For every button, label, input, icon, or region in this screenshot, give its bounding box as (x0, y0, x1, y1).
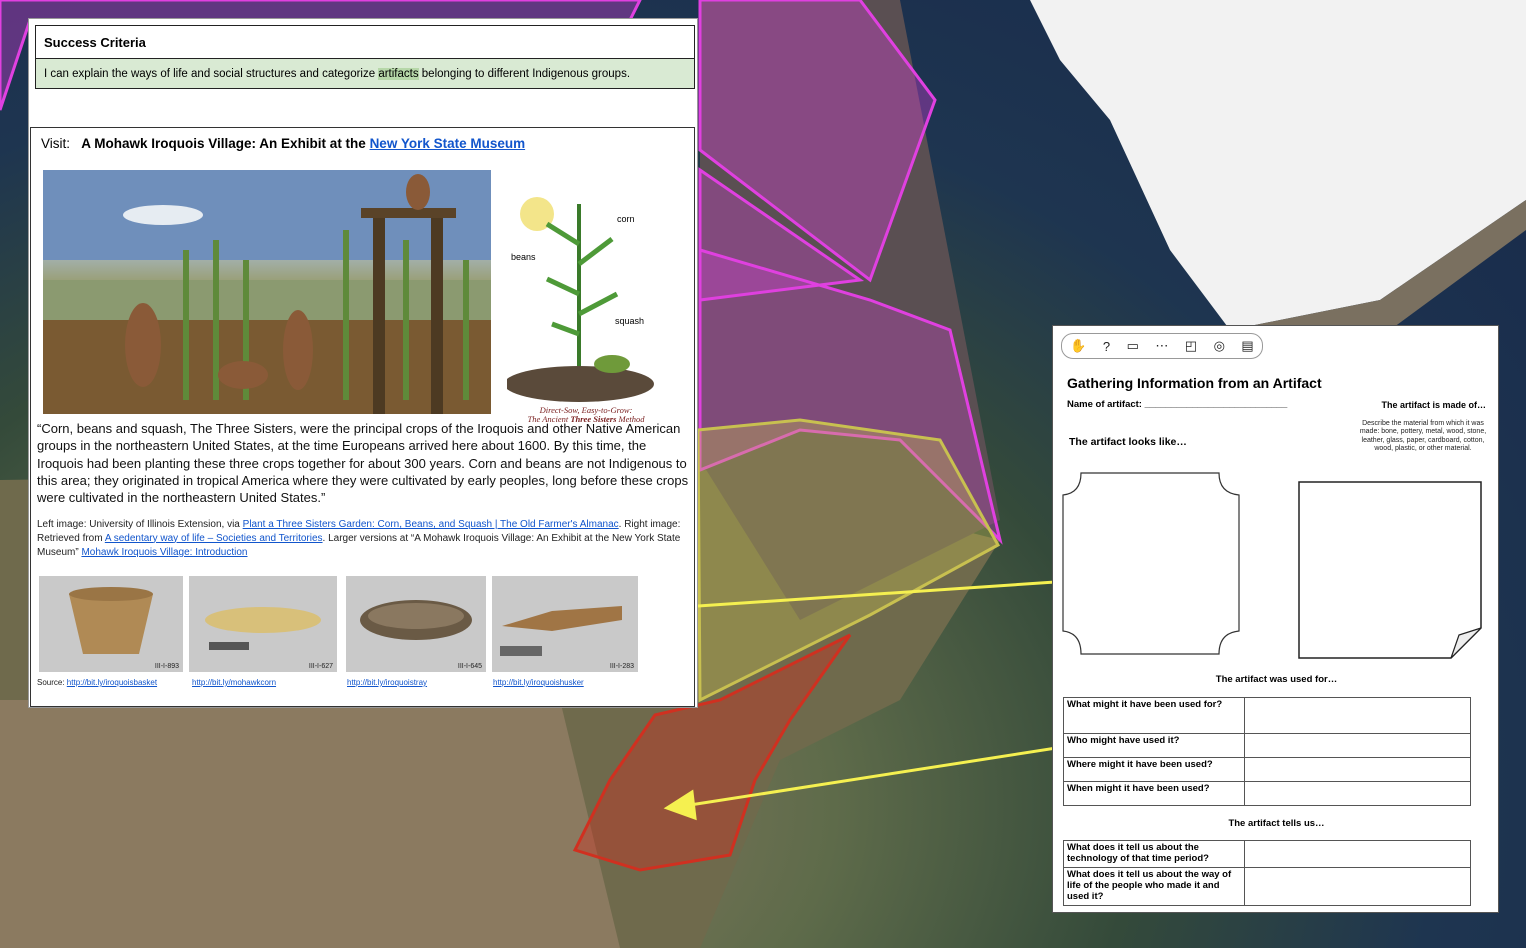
artifact-name-field[interactable]: Name of artifact: ______________________… (1067, 399, 1287, 410)
target-icon[interactable]: ◎ (1214, 338, 1225, 354)
husker-link[interactable]: http://bit.ly/iroquoishusker (493, 678, 584, 687)
land-southwest (0, 700, 620, 948)
artifact-husker-photo: III-I-283 (492, 576, 638, 672)
table-row: What might it have been used for? (1063, 697, 1471, 734)
museum-link[interactable]: New York State Museum (370, 136, 526, 151)
worksheet-title: Gathering Information from an Artifact (1067, 375, 1322, 391)
success-criteria-heading: Success Criteria (36, 26, 694, 59)
table-row: Where might it have been used? (1063, 757, 1471, 782)
question-cell: What might it have been used for? (1063, 697, 1245, 734)
artifact-source-1: Source: http://bit.ly/iroquoisbasket (37, 678, 157, 687)
question-cell: What does it tell us about the way of li… (1063, 866, 1245, 906)
answer-cell[interactable] (1244, 781, 1471, 806)
cards-icon[interactable]: ▭ (1127, 338, 1139, 354)
sedentary-life-link[interactable]: A sedentary way of life – Societies and … (105, 533, 323, 544)
artifact-tag: III-I-283 (609, 663, 634, 670)
answer-cell[interactable] (1244, 733, 1471, 758)
corn-link[interactable]: http://bit.ly/mohawkcorn (192, 678, 276, 687)
made-of-description: Describe the material from which it was … (1359, 420, 1487, 453)
question-cell: What does it tell us about the technolog… (1063, 840, 1245, 868)
artifact-source-2: http://bit.ly/mohawkcorn (192, 678, 276, 687)
visit-prefix: Visit: (41, 136, 71, 151)
table-row: When might it have been used? (1063, 781, 1471, 806)
question-icon[interactable]: ? (1103, 339, 1110, 354)
answer-cell[interactable] (1244, 840, 1471, 868)
question-cell: Who might have used it? (1063, 733, 1245, 758)
corn-label: corn (617, 214, 635, 224)
success-criteria-box: Success Criteria I can explain the ways … (35, 25, 695, 89)
answer-cell[interactable] (1244, 866, 1471, 906)
criteria-text-end: belonging to different Indigenous groups… (418, 68, 631, 80)
criteria-text-start: I can explain the ways of life and socia… (44, 68, 379, 80)
table-row: What does it tell us about the technolog… (1063, 840, 1471, 868)
tray-icon (360, 600, 472, 640)
used-for-table: What might it have been used for? Who mi… (1063, 697, 1471, 806)
artifact-source-3: http://bit.ly/iroquoistray (347, 678, 427, 687)
path-icon[interactable]: ⋯ (1155, 338, 1168, 354)
visit-line: Visit: A Mohawk Iroquois Village: An Exh… (41, 136, 525, 151)
book-icon[interactable]: ▤ (1241, 338, 1253, 354)
table-row: What does it tell us about the way of li… (1063, 866, 1471, 906)
table-row: Who might have used it? (1063, 733, 1471, 758)
village-diorama-photo (43, 170, 491, 414)
tells-us-heading: The artifact tells us… (1228, 818, 1325, 829)
source-prefix: Source: (37, 678, 67, 687)
chat-icon[interactable]: ◰ (1185, 338, 1197, 354)
visit-box: Visit: A Mohawk Iroquois Village: An Exh… (30, 127, 695, 707)
basket-icon (69, 587, 153, 654)
looks-like-box[interactable] (1061, 471, 1241, 657)
artifact-worksheet: ✋ ? ▭ ⋯ ◰ ◎ ▤ Gathering Information from… (1052, 325, 1499, 913)
farmers-almanac-link[interactable]: Plant a Three Sisters Garden: Corn, Bean… (243, 519, 619, 530)
worksheet-toolbar: ✋ ? ▭ ⋯ ◰ ◎ ▤ (1061, 333, 1263, 359)
tray-link[interactable]: http://bit.ly/iroquoistray (347, 678, 427, 687)
three-sisters-quote: “Corn, beans and squash, The Three Siste… (37, 421, 689, 506)
answer-cell[interactable] (1244, 757, 1471, 782)
made-of-heading: The artifact is made of… (1381, 400, 1486, 410)
artifact-basket-photo: III-I-893 (39, 576, 183, 672)
visit-title: A Mohawk Iroquois Village: An Exhibit at… (81, 136, 370, 151)
credit-text-1: Left image: University of Illinois Exten… (37, 519, 243, 530)
made-of-box[interactable] (1297, 480, 1487, 662)
used-for-heading: The artifact was used for… (1215, 674, 1338, 685)
diorama-illustration (43, 170, 491, 414)
artifact-tag: III-I-893 (154, 663, 179, 670)
husker-icon (500, 606, 622, 656)
corn-cob-icon (205, 607, 321, 650)
squash-label: squash (615, 316, 644, 326)
artifact-source-4: http://bit.ly/iroquoishusker (493, 678, 584, 687)
lesson-document: Success Criteria I can explain the ways … (28, 18, 698, 708)
artifact-tray-photo: III-I-645 (346, 576, 486, 672)
question-cell: When might it have been used? (1063, 781, 1245, 806)
beans-label: beans (511, 252, 536, 262)
three-sisters-diagram: corn beans squash Direct-Sow, Easy-to-Gr… (504, 184, 665, 424)
question-cell: Where might it have been used? (1063, 757, 1245, 782)
answer-cell[interactable] (1244, 697, 1471, 734)
looks-like-heading: The artifact looks like… (1069, 436, 1187, 448)
success-criteria-text: I can explain the ways of life and socia… (36, 59, 694, 88)
image-credit: Left image: University of Illinois Exten… (37, 518, 689, 559)
mohawk-village-link[interactable]: Mohawk Iroquois Village: Introduction (81, 547, 247, 558)
basket-link[interactable]: http://bit.ly/iroquoisbasket (67, 678, 157, 687)
highlighted-word: artifacts (378, 68, 419, 80)
artifact-corn-photo: III-I-627 (189, 576, 337, 672)
artifact-tag: III-I-645 (457, 663, 482, 670)
artifact-tag: III-I-627 (308, 663, 333, 670)
tells-us-table: What does it tell us about the technolog… (1063, 840, 1471, 906)
three-sisters-illustration: corn beans squash Direct-Sow, Easy-to-Gr… (504, 197, 654, 415)
hand-icon[interactable]: ✋ (1070, 338, 1086, 354)
